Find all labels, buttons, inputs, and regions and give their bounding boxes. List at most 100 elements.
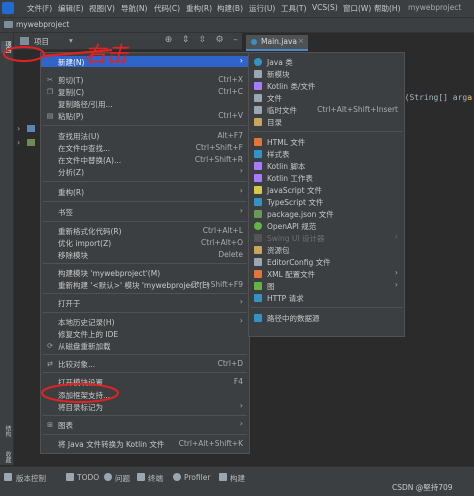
tree-expand-arrow-icon[interactable]: › [17,138,20,147]
submenu-item-stylesheet[interactable]: 样式表 [249,148,404,159]
chevron-right-icon: › [394,268,398,277]
menu-item-replace-in-files[interactable]: 在文件中替换(A)... Ctrl+Shift+R [41,154,249,165]
menu-item-compare-with[interactable]: ⇄ 比较对象... Ctrl+D [41,358,249,369]
menu-item-open-module-settings[interactable]: 打开模块设置 F4 [41,376,249,387]
status-build[interactable]: 构建 [230,473,245,484]
submenu-item-editorconfig[interactable]: EditorConfig 文件 [249,256,404,267]
editor-tab-main-java[interactable]: Main.java × [246,35,308,51]
submenu-item-diagram[interactable]: 图 › [249,280,404,291]
menu-item-reload-from-disk[interactable]: ⟳ 从磁盘重新加载 [41,340,249,351]
menu-item-paste[interactable]: ▤ 粘贴(P) Ctrl+V [41,110,249,121]
xml-icon [254,270,262,278]
chevron-down-icon[interactable]: ▾ [69,36,73,45]
submenu-item-javascript-file[interactable]: JavaScript 文件 [249,184,404,195]
submenu-item-data-source-in-path[interactable]: 路径中的数据源 [249,312,404,323]
menu-refactor[interactable]: 重构(R) [186,3,212,14]
menu-item-convert-to-kotlin[interactable]: 将 Java 文件转换为 Kotlin 文件 Ctrl+Alt+Shift+K [41,438,249,449]
menu-item-diagrams[interactable]: ⊞ 图表 › [41,419,249,430]
menu-item-build-module[interactable]: 构建模块 'mywebproject'(M) [41,267,249,278]
menu-help[interactable]: 帮助(H) [374,3,401,14]
menu-item-cut[interactable]: ✂ 剪切(T) Ctrl+X [41,74,249,85]
scratch-file-icon [254,106,262,114]
submenu-item-html-file[interactable]: HTML 文件 [249,136,404,147]
menu-item-refactor[interactable]: 重构(R) › [41,186,249,197]
submenu-item-directory[interactable]: 目录 [249,116,404,127]
menu-item-repair-ide[interactable]: 修复文件上的 IDE [41,328,249,339]
menu-item-analyze[interactable]: 分析(Z) › [41,166,249,177]
breadcrumb: mywebproject [0,18,474,33]
submenu-item-xml-config[interactable]: XML 配置文件 › [249,268,404,279]
menu-tools[interactable]: 工具(T) [281,3,306,14]
menu-file[interactable]: 文件(F) [27,3,52,14]
status-vcs[interactable]: 版本控制 [16,473,46,484]
status-terminal[interactable]: 终端 [148,473,163,484]
expand-all-icon[interactable]: ⇳ [197,35,208,46]
submenu-item-resource-bundle[interactable]: 资源包 [249,244,404,255]
submenu-item-http-request[interactable]: HTTP 请求 [249,292,404,303]
menu-navigate[interactable]: 导航(N) [121,3,147,14]
package-json-icon [254,210,262,218]
menu-item-find-usages[interactable]: 查找用法(U) Alt+F7 [41,130,249,141]
resource-bundle-icon [254,246,262,254]
gear-icon[interactable]: ⚙ [214,35,225,46]
close-icon[interactable]: × [298,37,304,45]
typescript-icon [254,198,262,206]
database-icon [254,314,262,322]
menu-run[interactable]: 运行(U) [249,3,275,14]
tab-structure[interactable]: 结构 [1,425,12,437]
tree-expand-arrow-icon[interactable]: › [17,124,20,133]
build-icon [219,473,227,481]
cut-icon: ✂ [47,76,53,84]
menu-item-optimize-imports[interactable]: 优化 import(Z) Ctrl+Alt+O [41,237,249,248]
status-profiler[interactable]: Profiler [184,473,210,482]
menu-window[interactable]: 窗口(W) [343,3,371,14]
menu-code[interactable]: 代码(C) [154,3,180,14]
project-view-icon [20,37,29,45]
git-icon [4,473,12,481]
code-line: in(String[] arga [395,93,472,102]
status-todo[interactable]: TODO [77,473,99,482]
chevron-right-icon: › [239,186,243,195]
menu-item-bookmarks[interactable]: 书签 › [41,206,249,217]
menu-item-add-framework-support[interactable]: 添加框架支持... [41,389,249,400]
menu-item-find-in-files[interactable]: 在文件中查找... Ctrl+Shift+F [41,142,249,153]
project-panel-title[interactable]: 项目 [34,36,49,47]
menu-item-mark-directory-as[interactable]: 将目录标记为 › [41,401,249,412]
chevron-right-icon: › [394,232,398,241]
hide-icon[interactable]: – [230,35,241,46]
menu-vcs[interactable]: VCS(S) [312,3,338,12]
menu-item-rebuild-module[interactable]: 重新构建 '<默认>' 模块 'mywebproject'(E) Ctrl+Shi… [41,279,249,290]
library-icon [27,125,35,132]
menu-item-new[interactable]: 新建(N) › [41,56,249,67]
menu-item-copy-path[interactable]: 复制路径/引用... [41,98,249,109]
submenu-item-package-json[interactable]: package.json 文件 [249,208,404,219]
submenu-item-scratch-file[interactable]: 临时文件 Ctrl+Alt+Shift+Insert [249,104,404,115]
menu-view[interactable]: 视图(V) [89,3,115,14]
submenu-item-kotlin-worksheet[interactable]: Kotlin 工作表 [249,172,404,183]
menu-build[interactable]: 构建(B) [217,3,243,14]
target-icon[interactable]: ⊕ [163,35,174,46]
submenu-item-openapi[interactable]: OpenAPI 规范 [249,220,404,231]
submenu-item-file[interactable]: 文件 [249,92,404,103]
file-icon [254,94,262,102]
menu-item-remove-module[interactable]: 移除模块 Delete [41,249,249,260]
submenu-item-typescript-file[interactable]: TypeScript 文件 [249,196,404,207]
submenu-item-kotlin-class[interactable]: Kotlin 类/文件 [249,80,404,91]
kotlin-icon [254,82,262,90]
submenu-item-new-module[interactable]: 新模块 [249,68,404,79]
editorconfig-icon [254,258,262,266]
tab-favorites[interactable]: 收藏 [1,451,12,463]
menu-item-open-in[interactable]: 打开于 › [41,297,249,308]
menu-item-copy[interactable]: ❐ 复制(C) Ctrl+C [41,86,249,97]
reload-icon: ⟳ [47,342,53,350]
menu-item-reformat-code[interactable]: 重新格式化代码(R) Ctrl+Alt+L [41,225,249,236]
breadcrumb-project[interactable]: mywebproject [16,20,69,29]
submenu-item-kotlin-script[interactable]: Kotlin 脚本 [249,160,404,171]
css-icon [254,150,262,158]
collapse-all-icon[interactable]: ⇕ [180,35,191,46]
menu-item-local-history[interactable]: 本地历史记录(H) › [41,316,249,327]
submenu-item-java-class[interactable]: Java 类 [249,56,404,67]
status-problems[interactable]: 问题 [115,473,130,484]
tab-project[interactable]: 项目 [1,41,12,53]
menu-edit[interactable]: 编辑(E) [58,3,84,14]
